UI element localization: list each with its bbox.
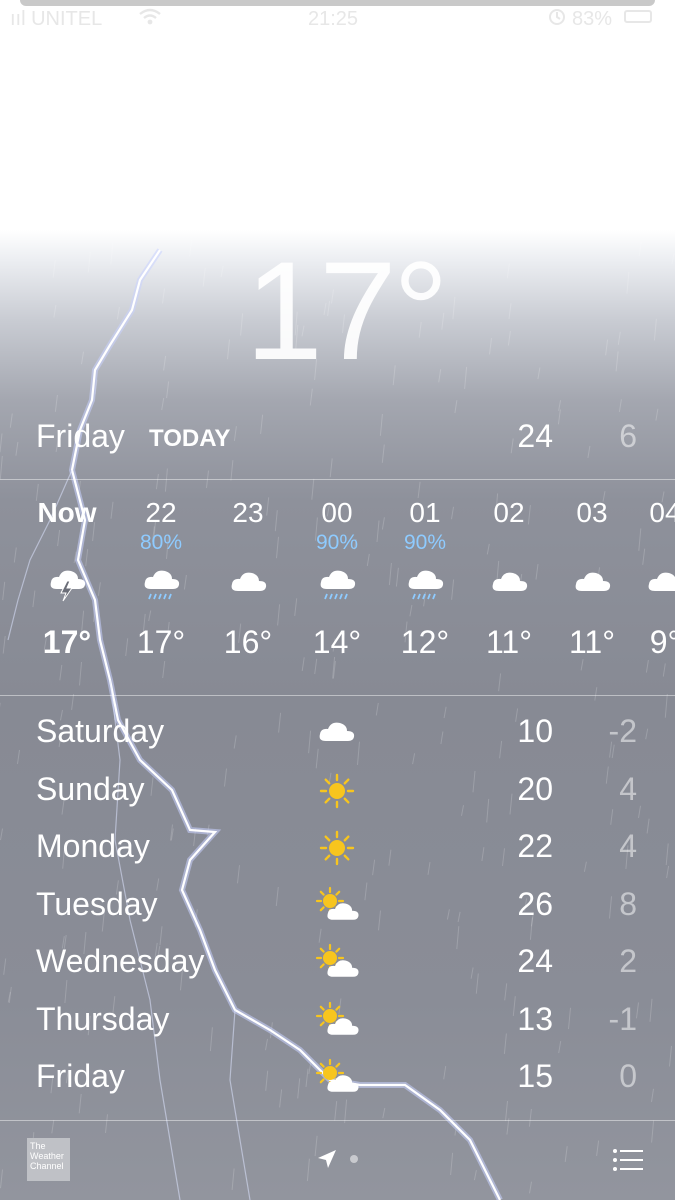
hourly-item: 22 80% 17° [116,480,206,661]
precipitation-chance: 90% [403,531,447,554]
hourly-item: 23 16° [203,480,293,661]
rain-icon [139,563,183,603]
hourly-item: Now 17° [22,480,112,661]
daily-forecast-row: Monday 22 4 [0,820,675,878]
current-location-icon[interactable] [316,1148,338,1175]
high-temperature: 13 [517,1000,553,1037]
high-temperature: 10 [517,713,553,749]
cloud-icon [570,563,614,603]
bottom-toolbar: The Weather Channel [0,1121,675,1200]
battery-percentage: 83% [572,8,613,30]
low-temperature: 2 [619,943,637,979]
hourly-time: 04 [649,497,675,528]
cloud-icon [643,563,675,603]
rain-icon [315,563,359,603]
precipitation-chance [464,531,554,555]
today-low-temp: 6 [619,418,637,454]
hourly-temperature: 11° [485,624,532,660]
partly-cloudy-icon [314,886,360,926]
daily-forecast-row: Saturday 10 -2 [0,705,675,763]
day-name: Tuesday [36,885,158,922]
hourly-temperature: 9° [649,624,675,660]
partly-cloudy-icon [314,1058,360,1098]
cloud-icon [487,563,531,603]
hourly-temperature: 12° [400,624,450,660]
hourly-temperature: 17° [42,624,92,660]
hourly-item: 02 11° [464,480,554,661]
precipitation-chance: 90% [315,531,359,554]
divider-middle [0,695,675,696]
daily-forecast-row: Friday 15 0 [0,1050,675,1108]
low-temperature: 4 [619,828,637,864]
low-temperature: 8 [619,885,637,922]
hourly-temperature: 17° [136,624,186,660]
sun-icon [314,828,360,868]
hourly-time: 02 [493,497,525,528]
cloud-icon [314,713,360,753]
today-summary-row: Friday TODAY 24 6 [0,410,675,464]
precipitation-chance: 80% [139,531,183,554]
day-name: Saturday [36,713,165,749]
daily-forecast-row: Sunday 20 4 [0,763,675,821]
sun-icon [314,771,360,811]
wifi-icon [138,8,162,32]
high-temperature: 24 [517,943,553,979]
daily-forecast-row: Tuesday 26 8 [0,878,675,936]
hourly-item: 00 90% 14° [292,480,382,661]
hourly-time: 00 [321,497,353,528]
day-name: Thursday [36,1000,170,1037]
alarm-icon [548,8,566,32]
status-bar-edge [20,0,655,6]
precipitation-chance [203,531,293,555]
today-high-temp: 24 [517,418,553,454]
hourly-forecast-strip[interactable]: Now 17° 22 80% 17° 23 16° 00 90% 14° 01 90% 12° 02 11°… [0,480,675,695]
day-name: Wednesday [36,943,205,979]
high-temperature: 15 [517,1058,553,1094]
daily-forecast-row: Wednesday 24 2 [0,935,675,993]
hourly-temperature: 14° [312,624,362,660]
hourly-temperature: 16° [223,624,273,660]
rain-icon [403,563,447,603]
page-indicator-dot[interactable] [350,1155,358,1163]
daily-forecast-row: Thursday 13 -1 [0,993,675,1051]
status-bar: ııl UNITEL 21:25 83% [0,0,675,30]
hourly-time: 22 [145,497,177,528]
cloud-icon [226,563,270,603]
high-temperature: 26 [517,885,553,922]
thunderstorm-icon [45,563,89,603]
low-temperature: 0 [619,1058,637,1094]
daily-forecast-list: Saturday 10 -2 Sunday 20 4 Monday 22 4 Tuesday 26 8… [0,705,675,1108]
hourly-time: 01 [409,497,441,528]
low-temperature: 4 [619,770,637,807]
today-label: TODAY [149,425,231,452]
day-name: Monday [36,828,150,864]
today-day-name: Friday [36,418,125,454]
precipitation-chance [620,531,675,555]
hourly-item: 01 90% 12° [380,480,470,661]
weather-channel-logo[interactable]: The Weather Channel [27,1138,70,1181]
current-temperature: 17° [245,232,449,389]
location-list-icon[interactable] [612,1147,644,1178]
precipitation-chance [22,531,112,555]
low-temperature: -1 [608,1000,637,1037]
partly-cloudy-icon [314,1001,360,1041]
hourly-time: Now [37,497,97,528]
hourly-item: 04 9° [620,480,675,661]
partly-cloudy-icon [314,943,360,983]
high-temperature: 22 [517,828,553,864]
high-temperature: 20 [517,770,553,807]
carrier-label: ııl UNITEL [10,8,103,30]
status-time: 21:25 [308,8,359,30]
low-temperature: -2 [608,713,637,749]
day-name: Sunday [36,770,145,807]
day-name: Friday [36,1058,125,1094]
battery-icon [624,10,652,23]
hourly-time: 23 [232,497,264,528]
